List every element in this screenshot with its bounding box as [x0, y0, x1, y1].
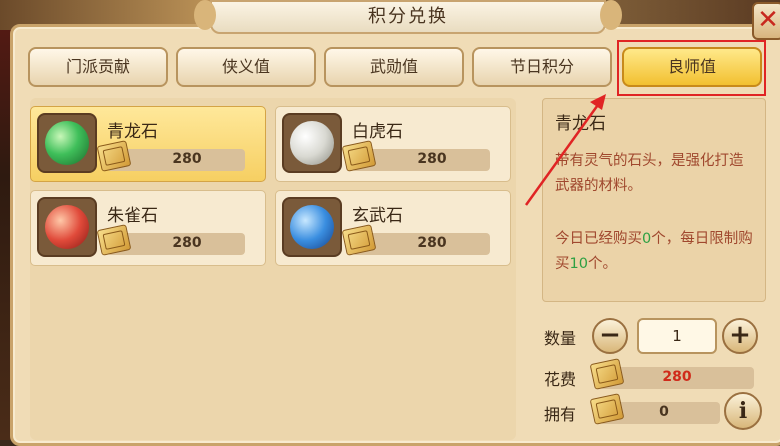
- annotation-arrow: [524, 94, 606, 206]
- arrow-head: [590, 94, 606, 110]
- arrow-line: [524, 101, 602, 206]
